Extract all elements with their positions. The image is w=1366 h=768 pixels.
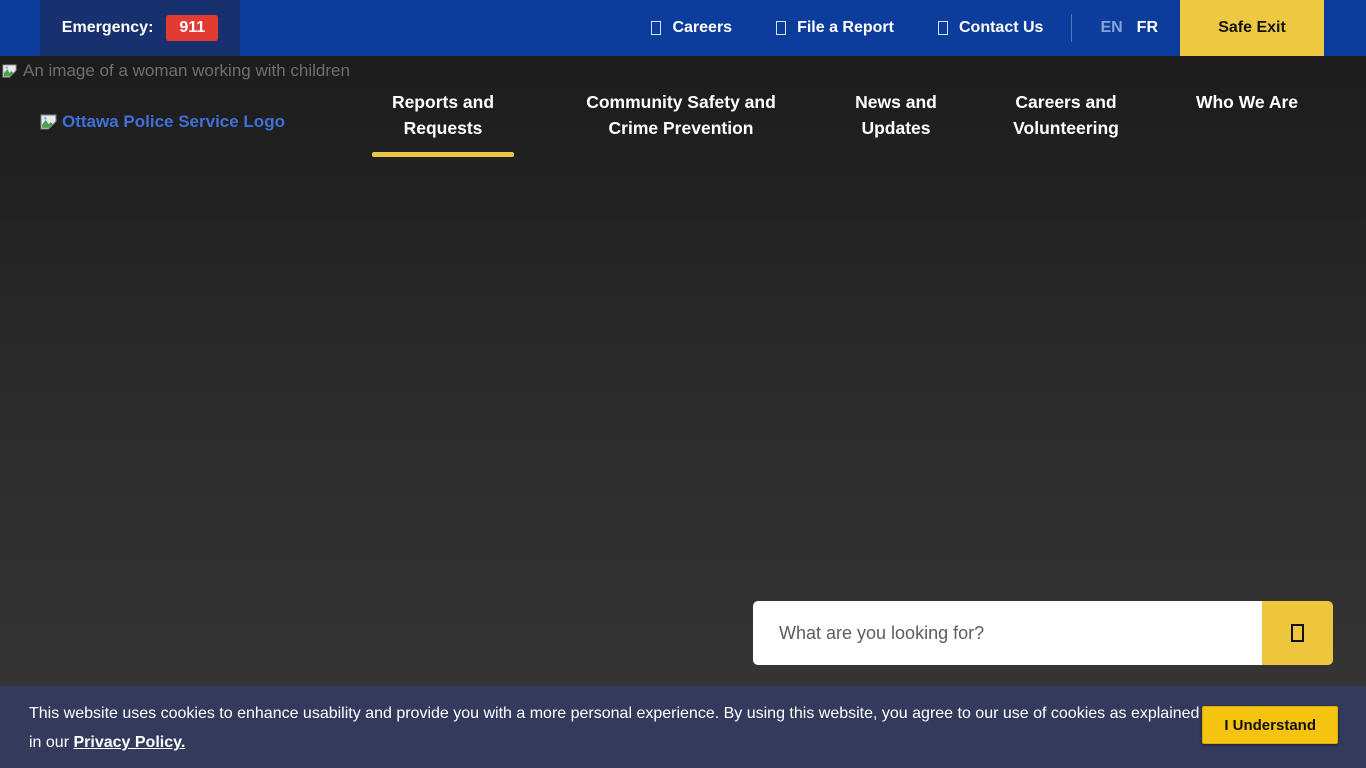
contact-us-icon xyxy=(938,21,948,35)
topbar-links: Careers File a Report Contact Us xyxy=(651,19,1043,37)
top-utility-bar: Emergency: 911 Careers File a Report Con… xyxy=(0,0,1366,56)
nav-item-who-we-are[interactable]: Who We Are xyxy=(1188,89,1306,115)
nav-item-news-and-updates[interactable]: News and Updates xyxy=(848,89,944,141)
language-en[interactable]: EN xyxy=(1100,19,1122,37)
contact-us-link[interactable]: Contact Us xyxy=(938,19,1043,37)
nav-item-label: Careers and Volunteering xyxy=(1013,92,1119,138)
hero-image-alt-text: An image of a woman working with childre… xyxy=(23,61,350,81)
emergency-label: Emergency: xyxy=(62,19,154,37)
careers-link-label: Careers xyxy=(672,19,732,37)
broken-image-icon xyxy=(40,114,57,131)
nav-item-reports-and-requests[interactable]: Reports and Requests xyxy=(372,89,514,157)
search-input[interactable] xyxy=(753,601,1262,665)
nav-item-label: Community Safety and Crime Prevention xyxy=(586,92,776,138)
cookie-message: This website uses cookies to enhance usa… xyxy=(29,699,1209,757)
search-icon xyxy=(1291,624,1304,642)
file-a-report-link[interactable]: File a Report xyxy=(776,19,894,37)
cookie-message-text: This website uses cookies to enhance usa… xyxy=(29,705,1199,751)
contact-us-link-label: Contact Us xyxy=(959,19,1043,37)
careers-link[interactable]: Careers xyxy=(651,19,732,37)
emergency-block: Emergency: 911 xyxy=(40,0,240,56)
privacy-policy-link[interactable]: Privacy Policy. xyxy=(73,734,185,751)
file-a-report-icon xyxy=(776,21,786,35)
broken-image-icon xyxy=(2,64,17,79)
cookie-consent-banner: This website uses cookies to enhance usa… xyxy=(0,686,1366,768)
emergency-number-badge: 911 xyxy=(166,15,218,41)
nav-item-label: News and Updates xyxy=(855,92,937,138)
site-logo-link[interactable]: Ottawa Police Service Logo xyxy=(40,112,285,132)
file-a-report-link-label: File a Report xyxy=(797,19,894,37)
active-nav-underline xyxy=(372,152,514,157)
nav-item-label: Reports and Requests xyxy=(392,92,494,138)
language-toggle: EN FR xyxy=(1100,19,1158,37)
site-search xyxy=(753,601,1333,665)
topbar-divider xyxy=(1071,14,1072,42)
hero-section: An image of a woman working with childre… xyxy=(0,56,1366,768)
nav-item-community-safety[interactable]: Community Safety and Crime Prevention xyxy=(576,89,786,141)
safe-exit-button[interactable]: Safe Exit xyxy=(1180,0,1324,56)
hero-broken-image-alt: An image of a woman working with childre… xyxy=(2,61,350,81)
main-navigation: Reports and Requests Community Safety an… xyxy=(372,89,1306,157)
search-button[interactable] xyxy=(1262,601,1333,665)
site-logo-alt-text: Ottawa Police Service Logo xyxy=(62,112,285,132)
language-fr[interactable]: FR xyxy=(1137,19,1158,37)
careers-icon xyxy=(651,21,661,35)
cookie-accept-button[interactable]: I Understand xyxy=(1202,706,1338,744)
nav-item-careers-and-volunteering[interactable]: Careers and Volunteering xyxy=(1006,89,1126,141)
nav-item-label: Who We Are xyxy=(1196,92,1298,112)
